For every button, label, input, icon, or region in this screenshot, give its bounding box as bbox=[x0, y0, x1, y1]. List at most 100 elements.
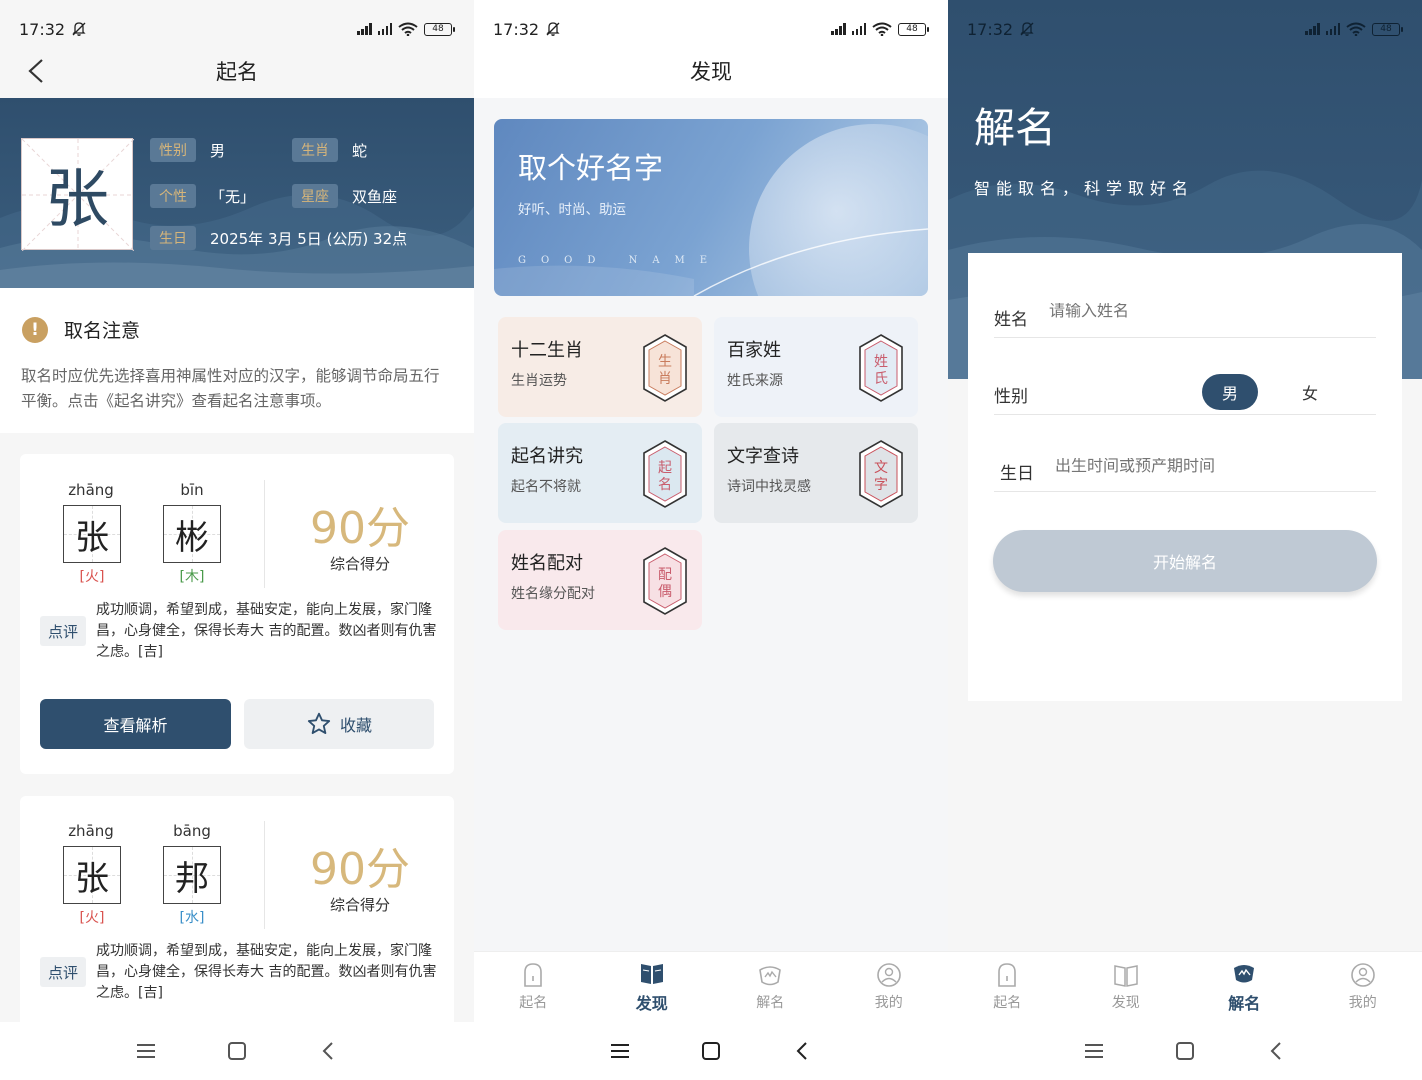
wifi-icon bbox=[872, 22, 892, 36]
seal-match-icon: 配偶 bbox=[643, 547, 687, 615]
divider bbox=[994, 491, 1376, 492]
lock-icon bbox=[998, 963, 1017, 987]
warning-icon: ! bbox=[22, 316, 48, 343]
banner-title: 取个好名字 bbox=[518, 151, 664, 185]
wifi-icon bbox=[1346, 22, 1366, 36]
menu-icon[interactable] bbox=[608, 1039, 632, 1063]
home-icon[interactable] bbox=[699, 1039, 723, 1063]
name-char: 邦 bbox=[175, 858, 209, 899]
tab-interpret[interactable]: 解名 bbox=[1185, 952, 1304, 1022]
book-icon bbox=[640, 964, 663, 984]
card-name-match[interactable]: 姓名配对 姓名缘分配对 配偶 bbox=[498, 530, 702, 630]
gender-label: 性别 bbox=[994, 387, 1028, 407]
svg-text:偶: 偶 bbox=[658, 584, 672, 600]
page-title: 起名 bbox=[216, 60, 258, 84]
name-char: 张 bbox=[75, 517, 109, 558]
start-interpret-button[interactable]: 开始解名 bbox=[993, 530, 1377, 592]
profile-hero: 张 性别 男 生肖 蛇 个性 「无」 星座 双鱼座 生日 2025年 3月 5日… bbox=[0, 98, 474, 288]
back-arrow-icon[interactable] bbox=[24, 54, 54, 88]
info-constellation: 星座 双鱼座 bbox=[292, 184, 397, 208]
card-poetry[interactable]: 文字查诗 诗词中找灵感 文字 bbox=[714, 423, 918, 523]
back-icon[interactable] bbox=[790, 1039, 814, 1063]
card-desc: 姓氏来源 bbox=[727, 373, 783, 389]
page-title: 发现 bbox=[690, 60, 732, 84]
surname-char: 张 bbox=[45, 163, 109, 237]
status-time: 17:32 bbox=[19, 19, 66, 39]
name-input[interactable] bbox=[1049, 303, 1369, 321]
score-label: 综合得分 bbox=[329, 896, 390, 914]
tab-label: 解名 bbox=[756, 995, 785, 1011]
signal-icon-2 bbox=[377, 23, 392, 35]
menu-icon[interactable] bbox=[1082, 1039, 1106, 1063]
divider bbox=[264, 480, 265, 588]
svg-text:氏: 氏 bbox=[874, 371, 888, 387]
score: 90分 bbox=[310, 844, 410, 895]
status-time: 17:32 bbox=[493, 19, 540, 39]
element-label: [火] bbox=[79, 910, 105, 926]
tab-profile[interactable]: 我的 bbox=[830, 952, 949, 1022]
tab-discover[interactable]: 发现 bbox=[593, 952, 712, 1022]
nav-bar: 起名 bbox=[0, 44, 474, 98]
birth-input[interactable] bbox=[1055, 458, 1375, 476]
svg-text:文: 文 bbox=[874, 460, 888, 476]
gender-tag: 性别 bbox=[150, 138, 196, 162]
menu-icon[interactable] bbox=[134, 1039, 158, 1063]
svg-text:配: 配 bbox=[658, 567, 672, 583]
name-card[interactable]: zhāng bīn 张 彬 [火] [木] 90分 综合得分 点评 成功顺调，希… bbox=[20, 454, 454, 774]
constellation-tag: 星座 bbox=[292, 184, 338, 208]
svg-text:生: 生 bbox=[658, 354, 672, 370]
view-analysis-button[interactable]: 查看解析 bbox=[40, 699, 231, 749]
svg-text:名: 名 bbox=[658, 477, 672, 493]
element-label: [水] bbox=[179, 910, 205, 926]
favorite-label: 收藏 bbox=[339, 716, 372, 735]
notice-body: 取名时应优先选择喜用神属性对应的汉字，能够调节命局五行平衡。点击《起名讲究》查看… bbox=[21, 367, 440, 410]
favorite-button[interactable]: 收藏 bbox=[244, 699, 434, 749]
signal-icon bbox=[357, 23, 372, 35]
svg-text:肖: 肖 bbox=[658, 371, 672, 387]
tab-naming[interactable]: 起名 bbox=[474, 952, 593, 1022]
svg-text:字: 字 bbox=[874, 477, 888, 493]
tab-label: 起名 bbox=[993, 995, 1022, 1011]
score-label: 综合得分 bbox=[329, 555, 390, 573]
pinyin: zhāng bbox=[68, 481, 114, 499]
banner-english: GOOD NAME bbox=[518, 255, 723, 266]
card-zodiac[interactable]: 十二生肖 生肖运势 生肖 bbox=[498, 317, 702, 417]
tab-label: 起名 bbox=[519, 995, 548, 1011]
comment-tag: 点评 bbox=[40, 616, 86, 646]
birth-label: 生日 bbox=[1000, 464, 1034, 484]
tab-profile[interactable]: 我的 bbox=[1304, 952, 1422, 1022]
home-icon[interactable] bbox=[225, 1039, 249, 1063]
info-zodiac: 生肖 蛇 bbox=[292, 138, 367, 162]
card-surnames[interactable]: 百家姓 姓氏来源 姓氏 bbox=[714, 317, 918, 417]
tab-discover[interactable]: 发现 bbox=[1067, 952, 1186, 1022]
home-icon[interactable] bbox=[1173, 1039, 1197, 1063]
gender-female-button[interactable]: 女 bbox=[1282, 374, 1338, 410]
back-icon[interactable] bbox=[316, 1039, 340, 1063]
battery-icon: 48 bbox=[898, 22, 929, 36]
tab-label: 我的 bbox=[1348, 995, 1377, 1011]
tab-bar: 起名 发现 解名 我的 bbox=[474, 951, 948, 1022]
char-box: 邦 bbox=[163, 846, 221, 904]
tab-interpret[interactable]: 解名 bbox=[711, 952, 830, 1022]
good-name-banner[interactable]: 取个好名字 好听、时尚、助运 GOOD NAME bbox=[494, 119, 928, 296]
nav-bar: 发现 bbox=[474, 44, 948, 98]
mute-icon bbox=[72, 22, 86, 36]
gender-value: 男 bbox=[210, 141, 226, 160]
interpret-form: 姓名 性别 男 女 生日 开始解名 bbox=[968, 253, 1402, 701]
info-birthday: 生日 2025年 3月 5日 (公历) 32点 bbox=[150, 226, 407, 250]
char-box: 彬 bbox=[163, 505, 221, 563]
gender-male-button[interactable]: 男 bbox=[1202, 374, 1258, 410]
user-icon bbox=[1350, 963, 1375, 987]
comment-tag: 点评 bbox=[40, 957, 86, 987]
back-icon[interactable] bbox=[1264, 1039, 1288, 1063]
tab-naming[interactable]: 起名 bbox=[948, 952, 1067, 1022]
signal-icon bbox=[1305, 23, 1320, 35]
tab-bar: 起名 发现 解名 我的 bbox=[948, 951, 1422, 1022]
card-naming-rules[interactable]: 起名讲究 起名不将就 起名 bbox=[498, 423, 702, 523]
card-title: 十二生肖 bbox=[511, 340, 583, 361]
divider bbox=[264, 821, 265, 929]
screen-interpret: 17:32 48 解名 智能取名，科学取好名 姓名 性别 男 女 生日 开始解名… bbox=[948, 0, 1422, 1080]
name-card[interactable]: zhāng bāng 张 邦 [火] [水] 90分 综合得分 点评 成功顺调，… bbox=[20, 796, 454, 1036]
card-title: 起名讲究 bbox=[511, 446, 583, 467]
tab-label: 发现 bbox=[635, 994, 668, 1013]
